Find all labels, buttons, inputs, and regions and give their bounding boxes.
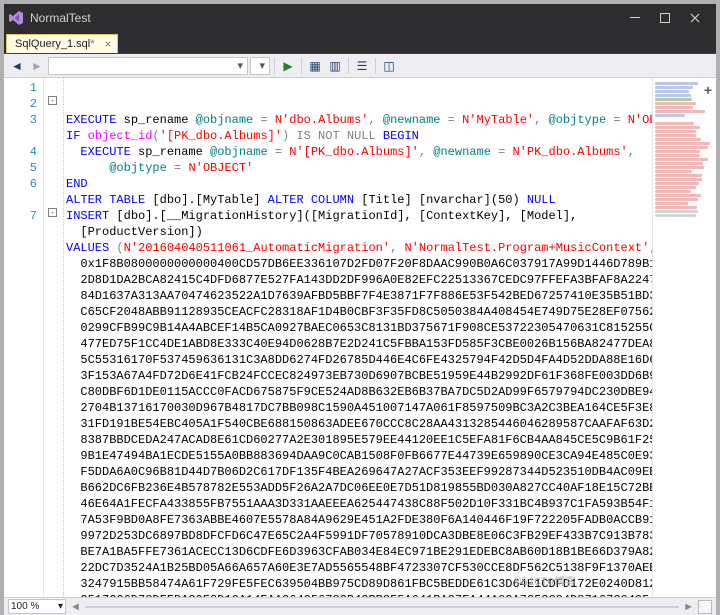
code-editor[interactable]: EXECUTE sp_rename @objname = N'dbo.Album… [64,78,652,597]
maximize-button[interactable] [650,8,680,28]
hscroll-track[interactable] [85,602,679,612]
watermark-text: ©51CTO博客 [514,575,576,591]
tab-strip: SqlQuery_1.sql* × [4,32,716,54]
dirty-indicator: * [90,38,94,50]
editor-toolbar: ◄ ► ▾ ▾ ▶ ▦ ▥ ☰ ◫ [4,54,716,78]
window-title: NormalTest [30,11,91,25]
minimize-button[interactable] [620,8,650,28]
hscroll-right[interactable]: ► [683,601,694,613]
window-icon[interactable]: ◫ [380,57,398,75]
nav-fwd-icon[interactable]: ► [28,57,46,75]
grid-icon[interactable]: ▦ [306,57,324,75]
hscroll-left[interactable]: ◄ [70,601,81,613]
minimap[interactable]: + [652,78,716,597]
nav-back-icon[interactable]: ◄ [8,57,26,75]
tab-label: SqlQuery_1.sql [15,38,90,50]
text-icon[interactable]: ☰ [353,57,371,75]
split-handle[interactable] [698,600,712,614]
zoom-combo[interactable]: 100 %▾ [8,599,66,614]
fold-toggle[interactable]: - [48,208,57,217]
add-pane-icon[interactable]: + [704,82,712,98]
tab-close-icon[interactable]: × [104,37,111,51]
zoom-bar: 100 %▾ ◄ ► [4,597,716,615]
line-number-gutter: 1234567 [4,78,44,597]
folding-well: - - [44,78,64,597]
close-button[interactable] [680,8,710,28]
tab-sqlquery[interactable]: SqlQuery_1.sql* × [6,34,118,53]
vs-logo-icon [8,10,24,26]
member-combo[interactable]: ▾ [250,57,270,75]
grid-split-icon[interactable]: ▥ [326,57,344,75]
execute-icon[interactable]: ▶ [279,57,297,75]
fold-toggle[interactable]: - [48,96,57,105]
title-bar: NormalTest [4,4,716,32]
scope-combo[interactable]: ▾ [48,57,248,75]
